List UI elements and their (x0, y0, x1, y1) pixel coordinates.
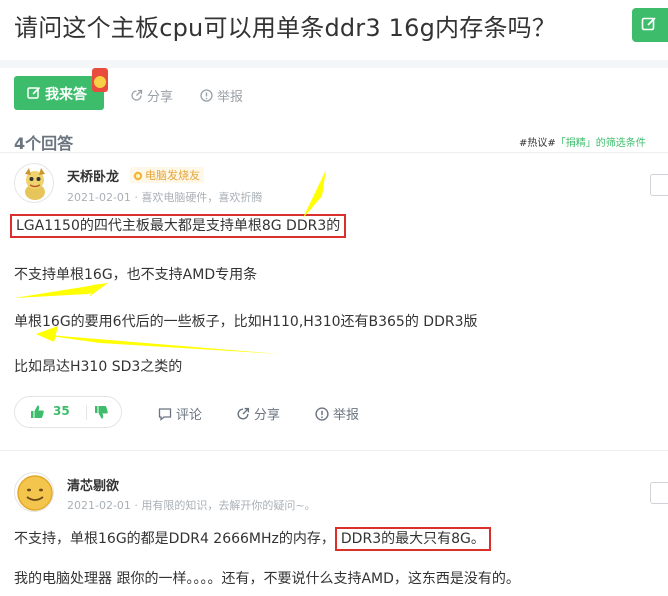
comment-icon (158, 407, 172, 421)
answer-meta: 2021-02-01 · 喜欢电脑硬件，喜欢折腾 (67, 191, 263, 204)
header-divider (0, 60, 668, 68)
share-icon (131, 89, 143, 101)
avatar[interactable] (14, 163, 54, 203)
answer-paragraph: LGA1150的四代主板最大都是支持单根8G DDR3的 (10, 214, 347, 238)
report-icon (200, 89, 213, 102)
comment-action[interactable]: 评论 (158, 404, 202, 423)
answer-username[interactable]: 天桥卧龙 (67, 166, 119, 185)
edit-icon (27, 86, 41, 99)
vote-widget: 35 (14, 396, 122, 428)
answer-meta: 2021-02-01 · 用有限的知识，去解开你的疑问~。 (67, 499, 316, 512)
report-icon (315, 406, 329, 421)
answer-button[interactable]: 我来答 (14, 76, 104, 110)
answer-paragraph: 单根16G的要用6代后的一些板子，比如H110,H310还有B365的 DDR3… (14, 314, 478, 330)
like-count: 35 (53, 404, 70, 418)
medal-icon (133, 171, 143, 180)
share-label: 分享 (147, 90, 174, 105)
edit-icon (641, 17, 656, 31)
highlighted-text: LGA1150的四代主板最大都是支持单根8G DDR3的 (10, 214, 347, 238)
smiley-avatar-icon (17, 475, 53, 511)
section-divider (0, 152, 668, 153)
answer-report-action[interactable]: 举报 (315, 404, 359, 423)
answer-username[interactable]: 清芯剔欲 (67, 475, 119, 494)
answer-button-label: 我来答 (45, 87, 87, 103)
thumbs-down-icon[interactable] (93, 404, 109, 420)
more-options-button[interactable] (650, 174, 668, 196)
share-action[interactable]: 分享 (130, 86, 173, 105)
answer-paragraph: 不支持单根16G，也不支持AMD专用条 (14, 267, 258, 283)
highlighted-text: DDR3的最大只有8G。 (334, 527, 491, 551)
report-action[interactable]: 举报 (200, 86, 243, 105)
filter-note-link[interactable]: 「捐精」的筛选条件 (556, 138, 646, 149)
write-answer-top-button[interactable] (632, 8, 668, 42)
report-label: 举报 (217, 90, 244, 105)
answer-share-action[interactable]: 分享 (236, 404, 280, 423)
avatar[interactable] (14, 472, 54, 512)
question-header: 请问这个主板cpu可以用单条ddr3 16g内存条吗？ (0, 0, 668, 60)
answer-paragraph: 比如昂达H310 SD3之类的 (14, 359, 183, 375)
answer-paragraph: 我的电脑处理器 跟你的一样。。。。还有，不要说什么支持AMD，这东西是没有的。 (14, 571, 520, 587)
answer-divider (0, 450, 668, 451)
more-options-button[interactable] (650, 482, 668, 504)
dragon-avatar-icon (25, 168, 45, 200)
arrow-annotation (14, 283, 108, 298)
thumbs-up-icon[interactable] (29, 404, 45, 420)
arrow-annotation (303, 170, 326, 218)
question-title: 请问这个主板cpu可以用单条ddr3 16g内存条吗？ (14, 14, 557, 42)
share-icon (237, 407, 250, 420)
red-packet-icon (92, 68, 108, 92)
answer-paragraph: 不支持，单根16G的都是DDR4 2666MHz的内存， DDR3的最大只有8G。 (14, 527, 491, 551)
user-badge: 电脑发烧友 (130, 167, 204, 183)
filter-note[interactable]: #热议#「捐精」的筛选条件 (519, 134, 646, 149)
answer-count: 4个回答 (14, 134, 74, 153)
